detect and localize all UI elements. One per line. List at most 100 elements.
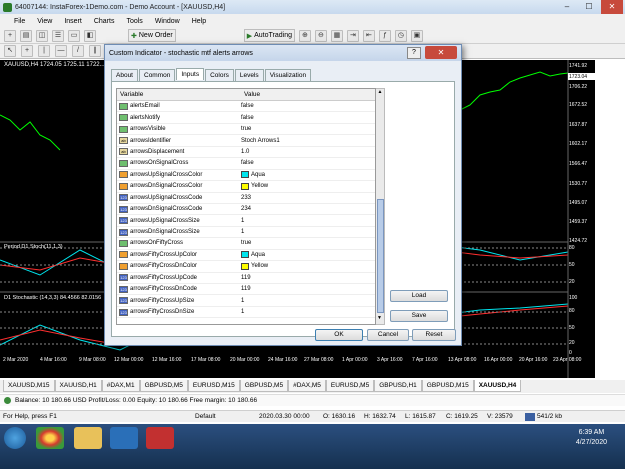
tab-colors[interactable]: Colors [205, 69, 234, 81]
system-clock[interactable]: 6:39 AM 4/27/2020 [576, 428, 607, 448]
input-value-cell[interactable]: Aqua [241, 171, 375, 179]
indicators-icon[interactable]: ƒ [378, 29, 391, 42]
input-value-cell[interactable]: Stoch Arrows1 [241, 138, 375, 144]
input-row[interactable]: arrowsOnSignalCross false [117, 158, 375, 170]
chart-tab[interactable]: EURUSD,M5 [325, 380, 375, 392]
input-value-cell[interactable]: 1 [241, 229, 375, 235]
zoom-in-icon[interactable]: ⊕ [298, 29, 311, 42]
input-row[interactable]: ab arrowsIdentifier Stoch Arrows1 [117, 135, 375, 147]
channel-icon[interactable]: ∥ [89, 45, 101, 57]
save-button[interactable]: Save [390, 310, 448, 322]
grid-scrollbar[interactable]: ▲ ▼ [376, 88, 385, 325]
new-order-button[interactable]: ✚ New Order [128, 29, 176, 42]
input-value-cell[interactable]: false [241, 115, 375, 121]
tab-inputs[interactable]: Inputs [176, 68, 205, 80]
input-value-cell[interactable]: 1 [241, 298, 375, 304]
chart-tab[interactable]: #DAX,M1 [101, 380, 140, 392]
chart-tab[interactable]: XAUUSD,M15 [3, 380, 55, 392]
inputs-grid[interactable]: Variable Value alertsEmail false alertsNot… [116, 88, 376, 325]
scroll-up-icon[interactable]: ▲ [376, 89, 384, 95]
menu-window[interactable]: Window [155, 18, 180, 25]
chart-shift-icon[interactable]: ⇥ [346, 29, 359, 42]
chart-tab[interactable]: EURUSD,M15 [187, 380, 240, 392]
terminal-icon[interactable]: ▭ [68, 29, 80, 42]
chart-tab[interactable]: GBPUSD,H1 [374, 380, 422, 392]
trendline-icon[interactable]: / [72, 45, 84, 57]
ok-button[interactable]: OK [315, 329, 363, 341]
profiles-icon[interactable]: ▤ [20, 29, 32, 42]
help-button[interactable]: ? [407, 47, 421, 59]
input-row[interactable]: arrowsUpSignalCrossColor Aqua [117, 170, 375, 182]
start-button-icon[interactable] [4, 427, 26, 449]
menu-insert[interactable]: Insert [64, 18, 82, 25]
input-value-cell[interactable]: 1.0 [241, 149, 375, 155]
input-row[interactable]: arrowsDnSignalCrossColor Yellow [117, 181, 375, 193]
load-button[interactable]: Load [390, 290, 448, 302]
templates-icon[interactable]: ▣ [410, 29, 423, 42]
scroll-thumb[interactable] [377, 199, 384, 313]
maximize-button[interactable]: ☐ [578, 0, 600, 14]
input-value-cell[interactable]: Yellow [241, 182, 375, 190]
input-row[interactable]: arrowsVisible true [117, 124, 375, 136]
chart-tab[interactable]: GBPUSD,M5 [139, 380, 188, 392]
menu-tools[interactable]: Tools [126, 18, 142, 25]
chart-tab[interactable]: GBPUSD,M15 [421, 380, 474, 392]
tab-visualization[interactable]: Visualization [264, 69, 312, 81]
crosshair-icon[interactable]: + [21, 45, 33, 57]
chrome-icon[interactable] [36, 427, 64, 449]
menu-file[interactable]: File [14, 18, 25, 25]
menu-view[interactable]: View [37, 18, 52, 25]
autoscroll-icon[interactable]: ⇤ [362, 29, 375, 42]
reset-button[interactable]: Reset [412, 329, 456, 341]
scroll-down-icon[interactable]: ▼ [377, 315, 382, 321]
explorer-icon[interactable] [74, 427, 102, 449]
input-row[interactable]: arrowsOnFiftyCross true [117, 238, 375, 250]
market-watch-icon[interactable]: ◫ [36, 29, 48, 42]
input-value-cell[interactable]: Yellow [241, 262, 375, 270]
tile-windows-icon[interactable]: ▦ [330, 29, 343, 42]
app-icon[interactable] [146, 427, 174, 449]
chart-tab[interactable]: XAUUSD,H1 [54, 380, 102, 392]
metatrader-icon[interactable] [110, 427, 138, 449]
periods-icon[interactable]: ◷ [394, 29, 407, 42]
dialog-close-button[interactable]: ✕ [425, 46, 457, 59]
input-row[interactable]: 123 arrowsUpSignalCrossSize 1 [117, 215, 375, 227]
cursor-icon[interactable]: ↖ [4, 45, 16, 57]
input-value-cell[interactable]: false [241, 160, 375, 166]
navigator-icon[interactable]: ☰ [52, 29, 64, 42]
input-value-cell[interactable]: 1 [241, 309, 375, 315]
strategy-tester-icon[interactable]: ◧ [84, 29, 96, 42]
autotrading-button[interactable]: ▶ AutoTrading [243, 29, 295, 42]
input-value-cell[interactable]: false [241, 103, 375, 109]
tab-levels[interactable]: Levels [234, 69, 264, 81]
input-row[interactable]: 123 arrowsFiftyCrossUpSize 1 [117, 295, 375, 307]
input-value-cell[interactable]: 233 [241, 195, 375, 201]
tab-common[interactable]: Common [139, 69, 176, 81]
input-row[interactable]: 123 arrowsUpSignalCrossCode 233 [117, 193, 375, 204]
zoom-out-icon[interactable]: ⊖ [314, 29, 327, 42]
cancel-button[interactable]: Cancel [367, 329, 409, 341]
input-value-cell[interactable]: 1 [241, 218, 375, 224]
input-value-cell[interactable]: 119 [241, 286, 375, 292]
chart-tab[interactable]: #DAX,M5 [288, 380, 326, 392]
input-row[interactable]: 123 arrowsDnSignalCrossCode 234 [117, 204, 375, 216]
input-row[interactable]: arrowsFiftyCrossDnColor Yellow [117, 261, 375, 273]
tab-about[interactable]: About [111, 69, 138, 81]
input-value-cell[interactable]: true [241, 240, 375, 246]
input-value-cell[interactable]: 119 [241, 275, 375, 281]
close-button[interactable]: ✕ [601, 0, 623, 14]
input-row[interactable]: 123 arrowsFiftyCrossDnCode 119 [117, 284, 375, 296]
input-row[interactable]: 123 arrowsDnSignalCrossSize 1 [117, 227, 375, 239]
input-value-cell[interactable]: 234 [241, 206, 375, 212]
input-value-cell[interactable]: true [241, 126, 375, 132]
vertical-line-icon[interactable]: | [38, 45, 50, 57]
input-row[interactable]: 123 arrowsFiftyCrossUpCode 119 [117, 273, 375, 284]
input-row[interactable]: arrowsFiftyCrossUpColor Aqua [117, 250, 375, 262]
input-value-cell[interactable]: Aqua [241, 251, 375, 259]
menu-help[interactable]: Help [192, 18, 206, 25]
chart-tab-active[interactable]: XAUUSD,H4 [473, 380, 522, 392]
input-row[interactable]: ab arrowsDisplacement 1.0 [117, 147, 375, 159]
input-row[interactable]: alertsNotify false [117, 112, 375, 124]
chart-tab[interactable]: GBPUSD,M5 [239, 380, 289, 392]
input-row[interactable]: alertsEmail false [117, 101, 375, 113]
